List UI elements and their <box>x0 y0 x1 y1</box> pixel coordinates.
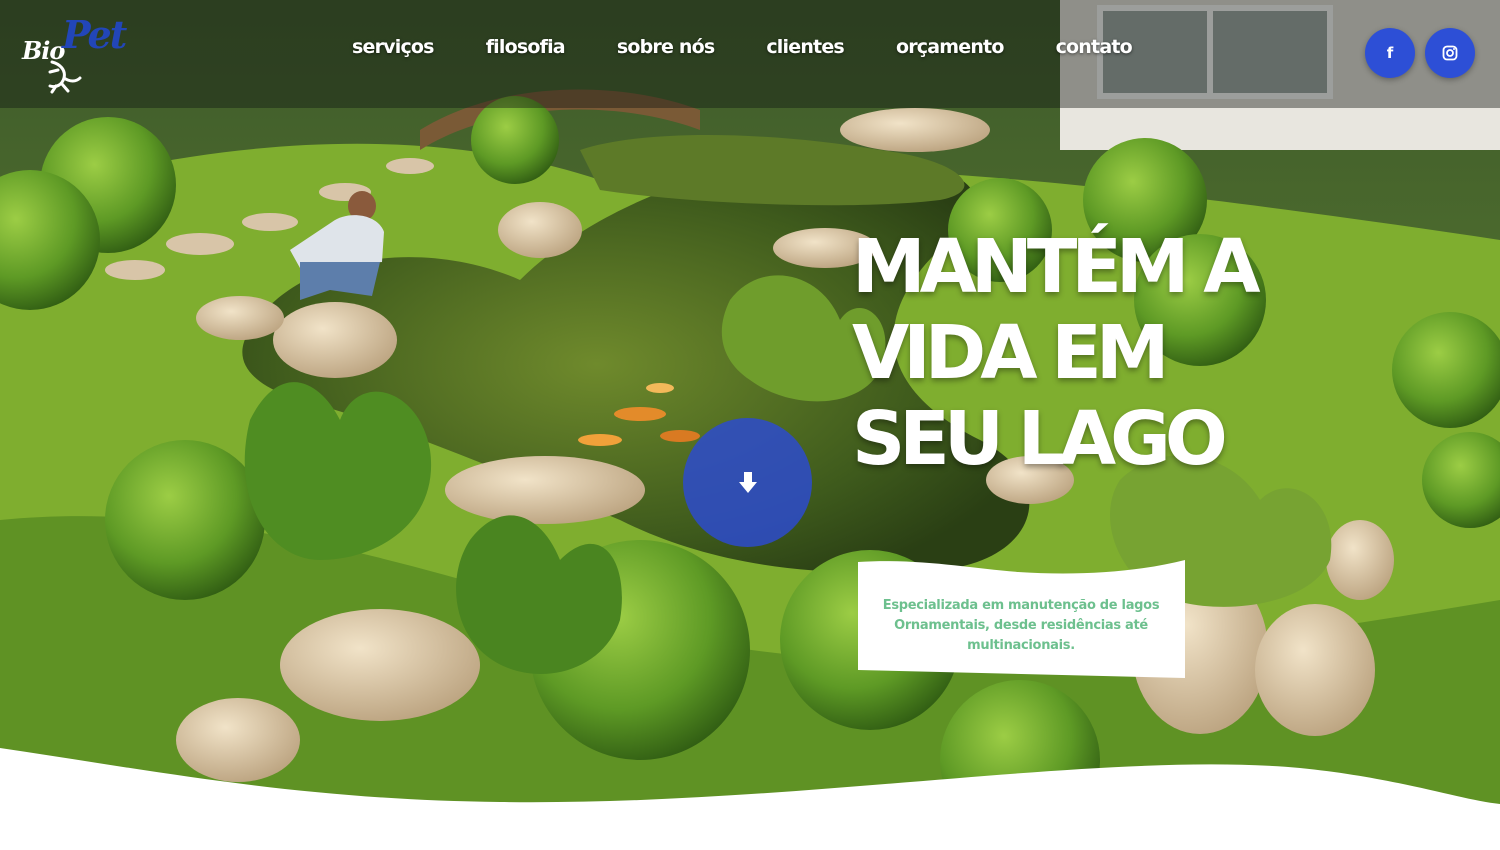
description-card: Especializada em manutenção de lagos Orn… <box>858 560 1185 678</box>
gecko-logo-icon <box>48 60 82 94</box>
nav-item-servicos[interactable]: serviços <box>352 36 435 58</box>
biopet-logo[interactable]: Bio Pet <box>18 10 127 95</box>
bottom-wave-divider <box>0 748 1500 850</box>
main-nav: serviços filosofia sobre nós clientes or… <box>326 36 1158 58</box>
headline-line-1: MANTÉM A <box>852 224 1261 310</box>
nav-item-orcamento[interactable]: orçamento <box>896 36 1004 58</box>
instagram-icon <box>1442 45 1458 61</box>
arrow-down-icon <box>738 471 757 493</box>
logo-text-pet: Pet <box>62 12 127 57</box>
headline-line-2: VIDA EM <box>852 310 1169 396</box>
nav-item-sobre-nos[interactable]: sobre nós <box>617 36 715 58</box>
instagram-button[interactable] <box>1425 28 1475 78</box>
facebook-icon: f <box>1386 44 1394 62</box>
hero-headline: MANTÉM A VIDA EM SEU LAGO <box>852 224 1282 482</box>
scroll-down-button[interactable] <box>683 418 812 547</box>
nav-item-clientes[interactable]: clientes <box>766 36 844 58</box>
headline-line-3: SEU LAGO <box>852 396 1228 482</box>
hero-description: Especializada em manutenção de lagos Orn… <box>882 598 1160 653</box>
facebook-button[interactable]: f <box>1365 28 1415 78</box>
nav-item-contato[interactable]: contato <box>1056 36 1133 58</box>
nav-item-filosofia[interactable]: filosofia <box>486 36 566 58</box>
